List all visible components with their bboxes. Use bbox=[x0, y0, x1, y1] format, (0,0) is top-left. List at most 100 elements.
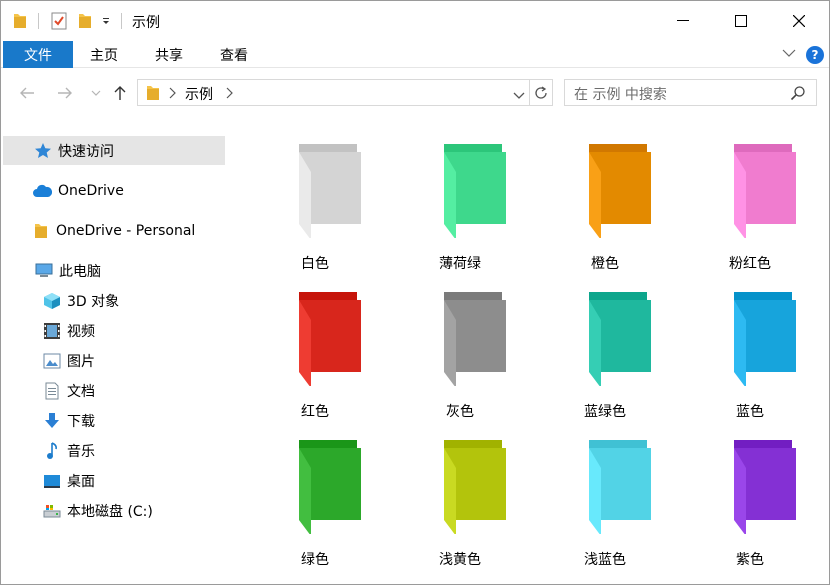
chevron-down-icon[interactable] bbox=[513, 89, 525, 104]
tab-home[interactable]: 主页 bbox=[90, 41, 118, 68]
folder-item-orange[interactable]: 橙色 bbox=[545, 132, 665, 272]
nav-label: 此电脑 bbox=[59, 264, 101, 280]
tab-view[interactable]: 查看 bbox=[220, 41, 248, 68]
folder-icon bbox=[444, 292, 506, 386]
desktop-icon bbox=[43, 472, 61, 490]
nav-quick-access[interactable]: 快速访问 bbox=[3, 136, 225, 165]
arrow-right-icon bbox=[58, 87, 72, 99]
download-icon bbox=[43, 412, 61, 430]
computer-icon bbox=[35, 262, 53, 280]
new-folder-icon[interactable] bbox=[78, 11, 92, 31]
explorer-window: 示例 文件 主页 共享 查看 ? 示例 在 示例 中搜索 快速访问 OneDri… bbox=[0, 0, 830, 585]
search-icon[interactable] bbox=[790, 85, 806, 105]
chevron-down-icon bbox=[91, 90, 101, 96]
address-path[interactable]: 示例 bbox=[185, 84, 213, 104]
customize-quick-access-icon[interactable] bbox=[101, 11, 111, 31]
folder-label: 蓝色 bbox=[736, 404, 764, 420]
maximize-button[interactable] bbox=[712, 1, 770, 41]
toolbar-separator bbox=[38, 13, 39, 29]
tab-file[interactable]: 文件 bbox=[3, 41, 73, 68]
nav-item-documents[interactable]: 文档 bbox=[43, 377, 95, 405]
forward-button[interactable] bbox=[53, 82, 77, 104]
nav-item-3d-objects[interactable]: 3D 对象 bbox=[43, 287, 119, 315]
chevron-right-icon[interactable] bbox=[168, 87, 176, 103]
minimize-icon bbox=[677, 20, 689, 21]
nav-item-pictures[interactable]: 图片 bbox=[43, 347, 95, 375]
folder-icon bbox=[444, 440, 506, 534]
nav-this-pc[interactable]: 此电脑 bbox=[35, 257, 101, 285]
folder-small-icon bbox=[13, 11, 27, 31]
folder-label: 粉红色 bbox=[729, 256, 771, 272]
folder-item-blue[interactable]: 蓝色 bbox=[690, 280, 810, 420]
address-row: 示例 在 示例 中搜索 bbox=[1, 68, 829, 118]
folder-item-red[interactable]: 红色 bbox=[255, 280, 375, 420]
close-button[interactable] bbox=[770, 1, 828, 41]
folder-icon bbox=[299, 144, 361, 238]
music-icon bbox=[43, 442, 61, 460]
folder-label: 橙色 bbox=[591, 256, 619, 272]
close-icon bbox=[793, 15, 805, 27]
folder-item-teal[interactable]: 蓝绿色 bbox=[545, 280, 665, 420]
folder-icon bbox=[734, 292, 796, 386]
up-button[interactable] bbox=[110, 82, 130, 104]
recent-locations-button[interactable] bbox=[88, 82, 104, 104]
folder-label: 红色 bbox=[301, 404, 329, 420]
nav-onedrive[interactable]: OneDrive bbox=[32, 177, 124, 205]
nav-item-downloads[interactable]: 下载 bbox=[43, 407, 95, 435]
drive-icon bbox=[43, 502, 61, 520]
folder-icon bbox=[734, 144, 796, 238]
properties-icon[interactable] bbox=[51, 11, 67, 31]
nav-label: 文档 bbox=[67, 384, 95, 400]
title-bar: 示例 bbox=[1, 1, 829, 41]
folder-icon bbox=[32, 222, 50, 240]
refresh-icon bbox=[535, 85, 547, 99]
folder-item-pink[interactable]: 粉红色 bbox=[690, 132, 810, 272]
nav-item-videos[interactable]: 视频 bbox=[43, 317, 95, 345]
folder-item-mint[interactable]: 薄荷绿 bbox=[400, 132, 520, 272]
expand-ribbon-icon[interactable] bbox=[782, 47, 796, 62]
folder-item-green[interactable]: 绿色 bbox=[255, 428, 375, 568]
nav-onedrive-personal[interactable]: OneDrive - Personal bbox=[32, 217, 195, 245]
address-bar[interactable]: 示例 bbox=[137, 79, 530, 106]
folder-icon bbox=[444, 144, 506, 238]
refresh-button[interactable] bbox=[530, 79, 553, 106]
back-button[interactable] bbox=[15, 82, 39, 104]
folder-icon bbox=[589, 440, 651, 534]
nav-item-desktop[interactable]: 桌面 bbox=[43, 467, 95, 495]
tab-share[interactable]: 共享 bbox=[155, 41, 183, 68]
folder-icon bbox=[734, 440, 796, 534]
folder-item-purple[interactable]: 紫色 bbox=[690, 428, 810, 568]
folder-icon bbox=[589, 292, 651, 386]
nav-label: 快速访问 bbox=[58, 143, 114, 160]
search-box[interactable]: 在 示例 中搜索 bbox=[564, 79, 817, 106]
folder-item-white[interactable]: 白色 bbox=[255, 132, 375, 272]
nav-item-local-disk[interactable]: 本地磁盘 (C:) bbox=[43, 497, 153, 525]
folder-label: 紫色 bbox=[736, 552, 764, 568]
nav-item-music[interactable]: 音乐 bbox=[43, 437, 95, 465]
nav-label: 下载 bbox=[67, 414, 95, 430]
nav-label: OneDrive bbox=[58, 183, 124, 199]
star-icon bbox=[34, 142, 52, 160]
pictures-icon bbox=[43, 352, 61, 370]
cube-3d-icon bbox=[43, 292, 61, 310]
folder-label: 浅黄色 bbox=[439, 552, 481, 568]
folder-label: 蓝绿色 bbox=[584, 404, 626, 420]
folder-item-gray[interactable]: 灰色 bbox=[400, 280, 520, 420]
arrow-up-icon bbox=[114, 86, 126, 100]
chevron-right-icon[interactable] bbox=[225, 87, 233, 103]
document-icon bbox=[43, 382, 61, 400]
folder-item-light-yellow[interactable]: 浅黄色 bbox=[400, 428, 520, 568]
folder-label: 薄荷绿 bbox=[439, 256, 481, 272]
folder-icon bbox=[299, 292, 361, 386]
nav-label: 视频 bbox=[67, 324, 95, 340]
folder-label: 浅蓝色 bbox=[584, 552, 626, 568]
cloud-icon bbox=[32, 182, 52, 200]
folder-label: 灰色 bbox=[446, 404, 474, 420]
help-button[interactable]: ? bbox=[806, 46, 824, 64]
minimize-button[interactable] bbox=[654, 1, 712, 41]
nav-label: 3D 对象 bbox=[67, 294, 120, 310]
ribbon-tabs: 文件 主页 共享 查看 ? bbox=[1, 41, 829, 68]
video-icon bbox=[43, 322, 61, 340]
folder-grid: 白色 薄荷绿 橙色 粉红色 红色 灰色 蓝绿色 蓝色 绿色 浅黄色 浅蓝色 紫色 bbox=[229, 118, 829, 584]
folder-item-light-blue[interactable]: 浅蓝色 bbox=[545, 428, 665, 568]
